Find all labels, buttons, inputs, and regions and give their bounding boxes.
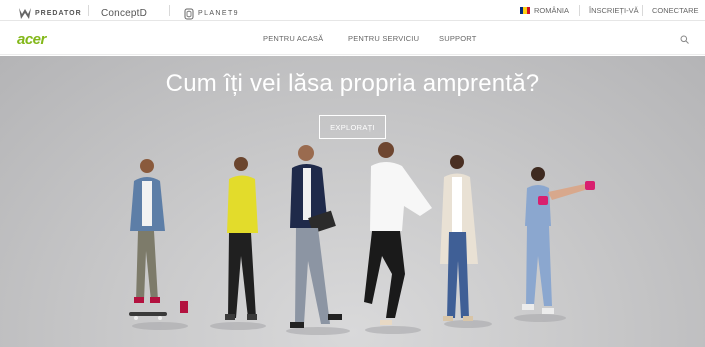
login-label: CONECTARE xyxy=(652,6,699,15)
search-icon[interactable] xyxy=(680,35,689,44)
planet9-brand-link[interactable]: PLANET9 xyxy=(184,3,239,24)
nav-item-home[interactable]: PENTRU ACASĂ xyxy=(263,34,323,43)
conceptd-wordmark: ConceptD xyxy=(101,8,148,19)
divider xyxy=(579,5,580,16)
country-label: ROMÂNIA xyxy=(534,6,570,15)
divider xyxy=(169,5,170,16)
hero-banner: Cum îți vei lăsa propria amprentă? EXPLO… xyxy=(0,56,705,347)
acer-logo[interactable]: acer xyxy=(17,31,46,48)
hero-title: Cum îți vei lăsa propria amprentă? xyxy=(165,70,540,97)
signup-label: ÎNSCRIEȚI-VĂ xyxy=(589,6,639,15)
nav-item-support[interactable]: SUPPORT xyxy=(439,34,477,43)
hero-people-image xyxy=(129,142,595,335)
explore-button[interactable]: EXPLORAȚI xyxy=(319,115,386,139)
predator-brand-link[interactable]: PREDATOR xyxy=(18,3,82,24)
predator-logo-icon xyxy=(19,8,31,19)
signup-link[interactable]: ÎNSCRIEȚI-VĂ xyxy=(589,6,639,15)
romania-flag-icon xyxy=(520,7,530,14)
person-blazer xyxy=(290,145,342,328)
planet9-wordmark: PLANET9 xyxy=(198,10,239,17)
nav-item-business[interactable]: PENTRU SERVICIU xyxy=(348,34,419,43)
login-link[interactable]: CONECTARE xyxy=(652,6,699,15)
person-yellow-shirt xyxy=(225,157,258,320)
planet9-logo-icon xyxy=(184,8,194,19)
divider xyxy=(642,5,643,16)
person-white-shirt xyxy=(364,142,432,325)
divider xyxy=(88,5,89,16)
conceptd-brand-link[interactable]: ConceptD xyxy=(101,3,147,24)
main-nav: acer PENTRU ACASĂ PENTRU SERVICIU SUPPOR… xyxy=(0,22,705,55)
person-skater xyxy=(129,159,188,320)
person-coat xyxy=(440,155,478,321)
predator-wordmark: PREDATOR xyxy=(35,10,82,17)
brand-bar: PREDATOR ConceptD PLANET9 ROMÂNIA ÎNSCRI… xyxy=(0,0,705,21)
country-selector[interactable]: ROMÂNIA xyxy=(520,6,569,15)
person-athlete xyxy=(522,167,595,314)
flag-stripe xyxy=(526,7,530,14)
